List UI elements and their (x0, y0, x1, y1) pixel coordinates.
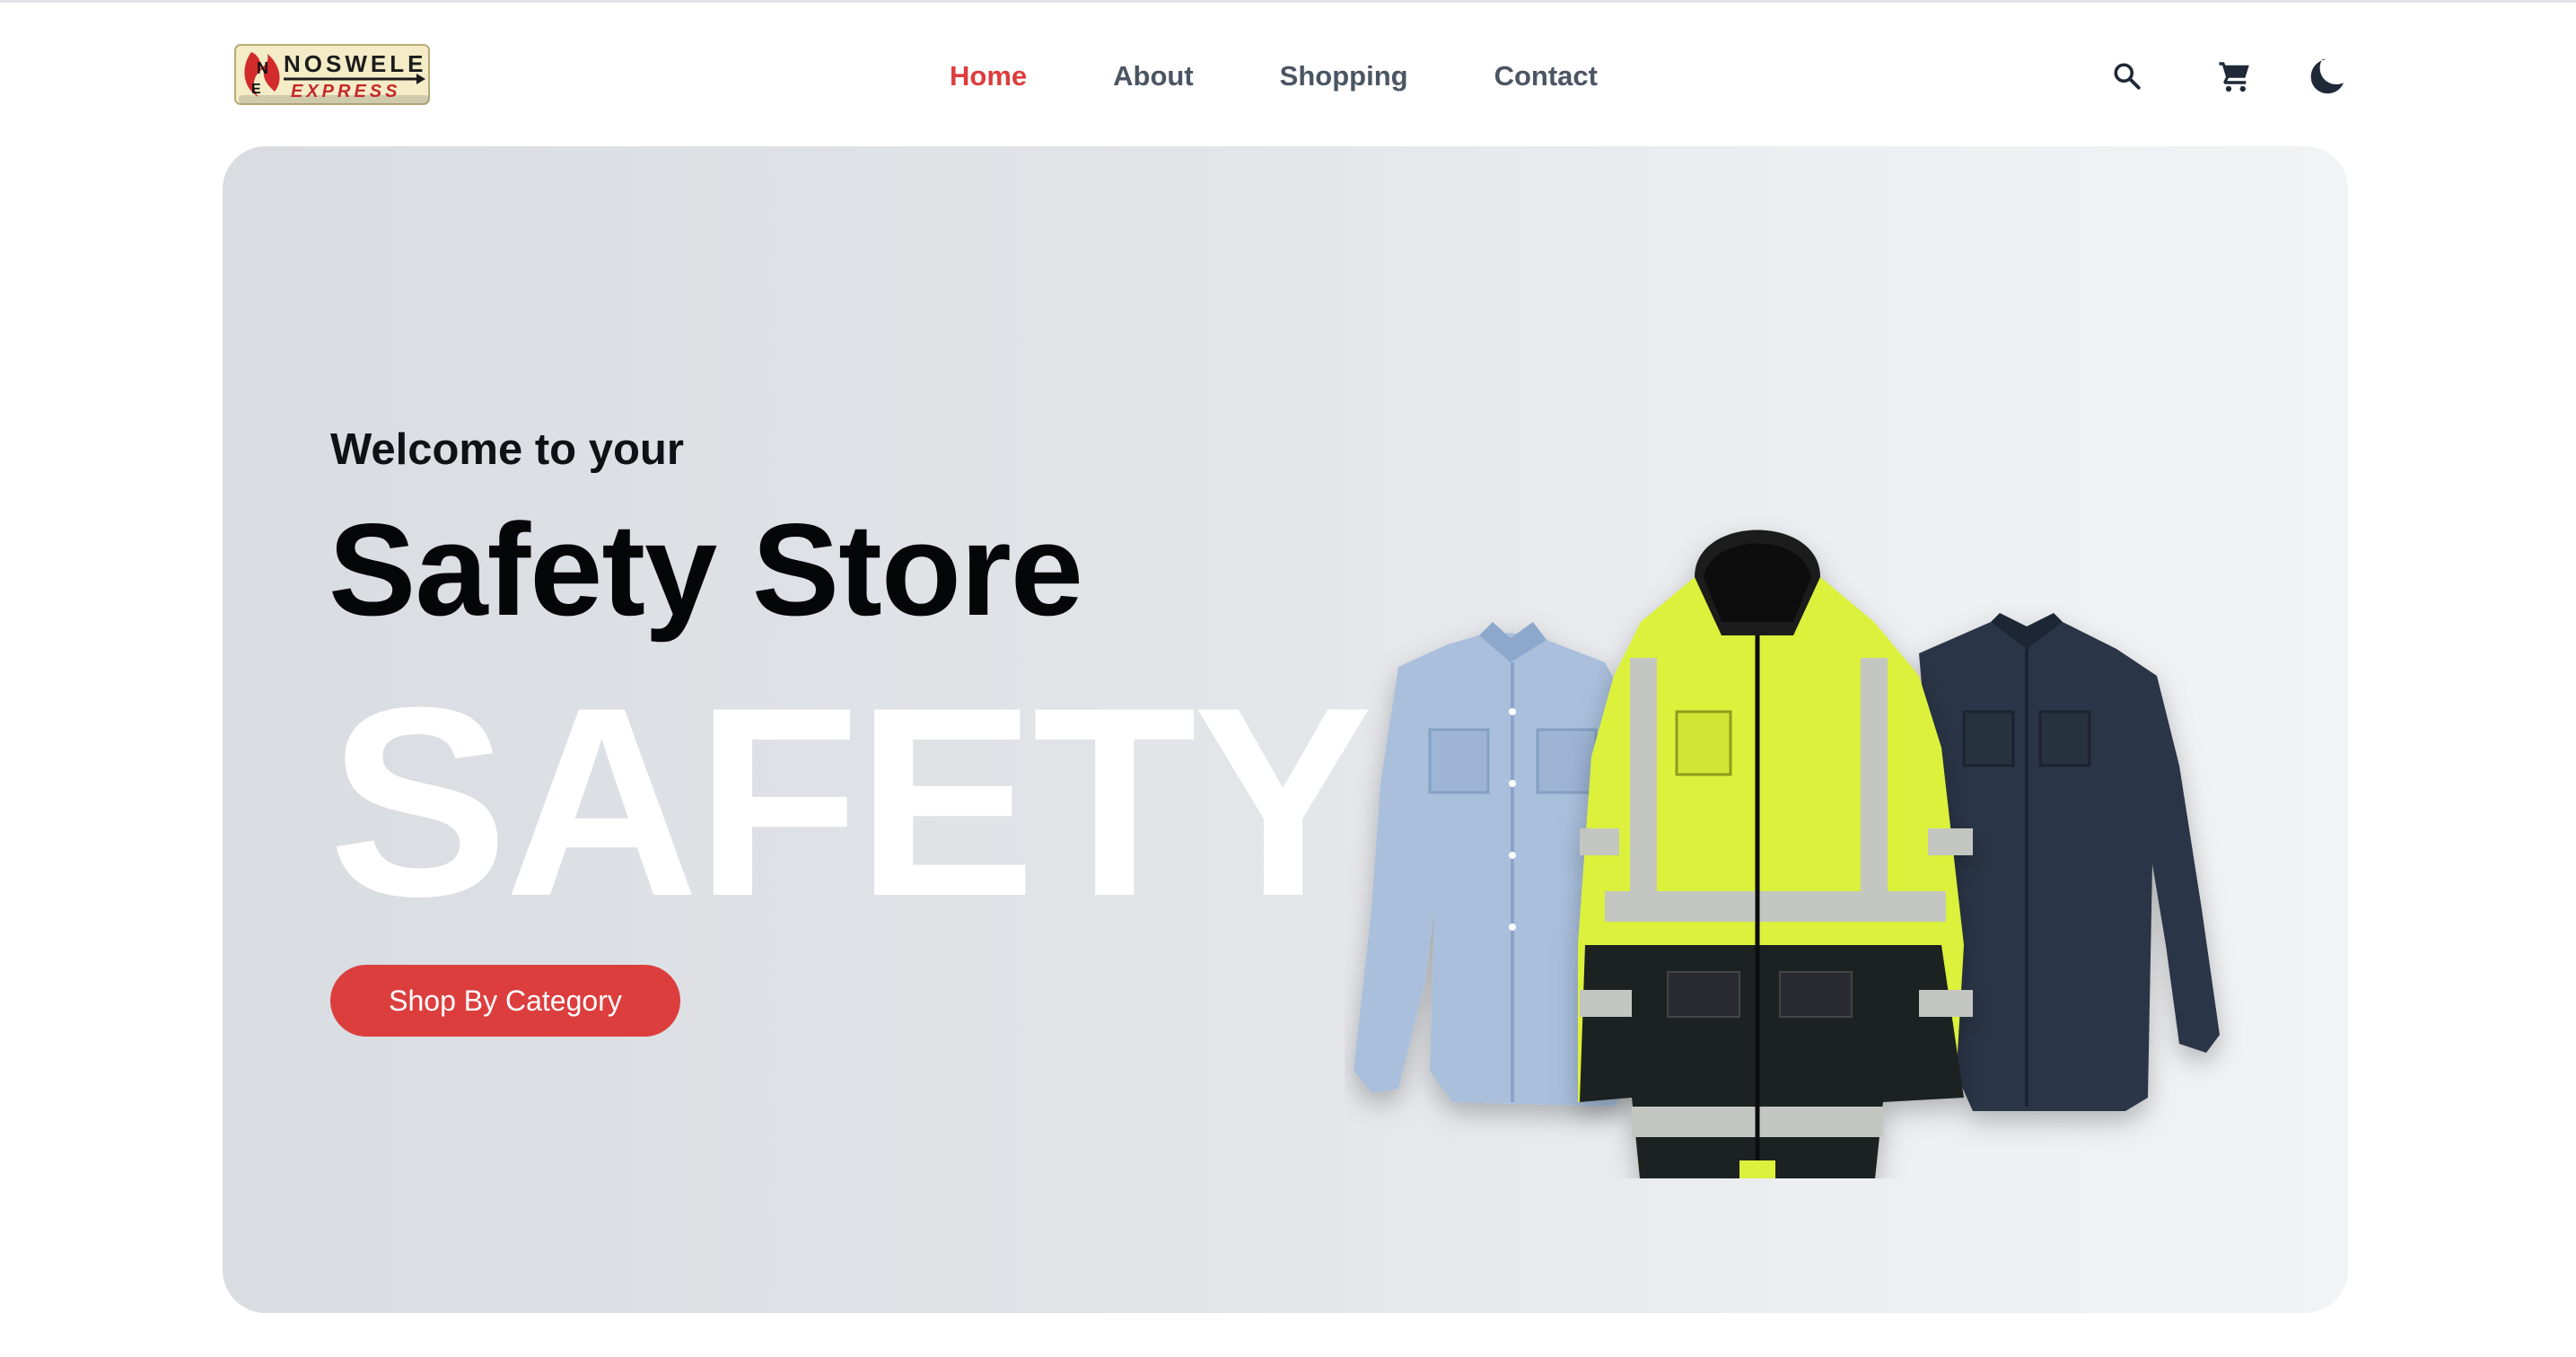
hero-banner: SAFETY Welcome to your Safety Store Shop… (223, 146, 2348, 1313)
hero-title: Safety Store (329, 496, 1083, 643)
hero-product-image (1345, 442, 2242, 1178)
nav-about[interactable]: About (1113, 58, 1194, 94)
search-icon (2114, 63, 2141, 90)
workwear-illustration (1354, 530, 2220, 1178)
svg-text:N: N (257, 59, 268, 77)
svg-text:E: E (251, 82, 261, 97)
nav-shopping[interactable]: Shopping (1280, 58, 1408, 94)
cart-icon (2219, 62, 2249, 92)
search-button[interactable] (2098, 48, 2156, 105)
nav-contact[interactable]: Contact (1494, 58, 1598, 94)
nav-home[interactable]: Home (950, 58, 1027, 94)
shop-by-category-button[interactable]: Shop By Category (330, 965, 680, 1037)
site-header: N E NOSWELE EXPRESS Home About Shopping … (0, 3, 2576, 146)
moon-icon (2310, 58, 2344, 94)
logo-graphic: N E NOSWELE EXPRESS (234, 44, 430, 105)
hero-watermark: SAFETY (329, 651, 1372, 952)
svg-text:EXPRESS: EXPRESS (291, 82, 400, 101)
theme-toggle-button[interactable] (2296, 48, 2353, 105)
cart-button[interactable] (2206, 48, 2264, 105)
hero-welcome-text: Welcome to your (330, 425, 684, 474)
svg-text:NOSWELE: NOSWELE (284, 50, 426, 77)
main-nav: Home About Shopping Contact (950, 58, 1598, 94)
brand-logo[interactable]: N E NOSWELE EXPRESS (232, 41, 433, 108)
